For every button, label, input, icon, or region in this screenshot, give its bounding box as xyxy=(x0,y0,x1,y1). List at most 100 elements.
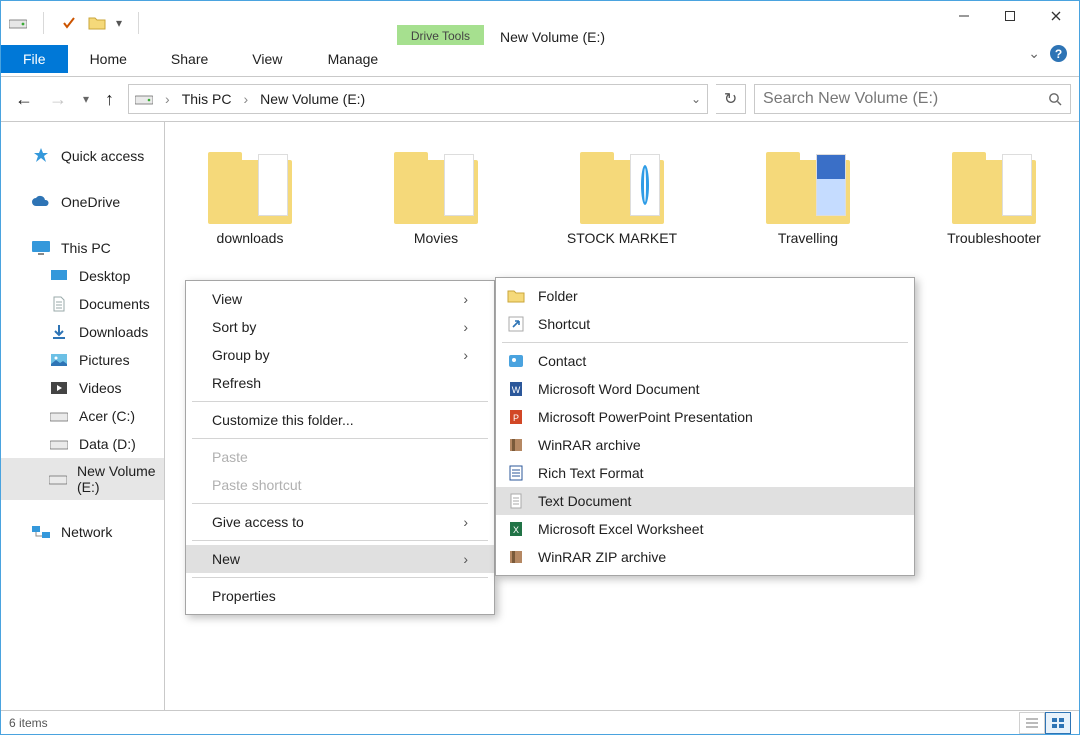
tab-home[interactable]: Home xyxy=(68,45,149,73)
new-text-document[interactable]: Text Document xyxy=(496,487,914,515)
tab-manage[interactable]: Manage xyxy=(304,45,401,73)
explorer-window: ▾ Drive Tools New Volume (E:) File Home … xyxy=(0,0,1080,735)
new-contact[interactable]: Contact xyxy=(496,347,914,375)
minimize-button[interactable] xyxy=(941,1,987,31)
monitor-icon xyxy=(31,239,51,257)
nav-documents[interactable]: Documents xyxy=(1,290,164,318)
qat-customize-caret[interactable]: ▾ xyxy=(116,16,122,30)
new-shortcut[interactable]: Shortcut xyxy=(496,310,914,338)
nav-toolbar: ← → ▾ ↑ This PC New Volume (E:) ⌄ ↻ Sear… xyxy=(1,77,1079,121)
nav-back-button[interactable]: ← xyxy=(15,89,33,110)
menu-separator xyxy=(502,342,908,343)
drive-icon xyxy=(49,435,69,453)
address-bar[interactable]: This PC New Volume (E:) ⌄ xyxy=(128,84,708,114)
ctx-customize[interactable]: Customize this folder... xyxy=(186,406,494,434)
menu-separator xyxy=(192,438,488,439)
search-box[interactable]: Search New Volume (E:) xyxy=(754,84,1071,114)
nav-quick-access[interactable]: Quick access xyxy=(1,142,164,170)
tab-view[interactable]: View xyxy=(230,45,304,73)
refresh-button[interactable]: ↻ xyxy=(716,84,746,114)
folder-icon xyxy=(766,152,850,224)
svg-text:X: X xyxy=(513,525,519,535)
help-icon[interactable]: ? xyxy=(1050,45,1067,62)
submenu-arrow-icon: › xyxy=(463,551,468,567)
nav-onedrive[interactable]: OneDrive xyxy=(1,188,164,216)
folder-item[interactable]: Travelling xyxy=(733,152,883,246)
drive-icon xyxy=(135,92,153,106)
tab-file[interactable]: File xyxy=(1,45,68,73)
nav-this-pc[interactable]: This PC xyxy=(1,234,164,262)
explorer-body: Quick access OneDrive This PC xyxy=(1,121,1079,710)
ribbon-collapse-chevron-icon[interactable]: ⌄ xyxy=(1028,45,1040,62)
videos-icon xyxy=(49,379,69,397)
ctx-view[interactable]: View › xyxy=(186,285,494,313)
address-history-caret[interactable]: ⌄ xyxy=(691,92,701,106)
nav-drive-c[interactable]: Acer (C:) xyxy=(1,402,164,430)
new-ppt[interactable]: P Microsoft PowerPoint Presentation xyxy=(496,403,914,431)
menu-separator xyxy=(192,401,488,402)
nav-videos[interactable]: Videos xyxy=(1,374,164,402)
shortcut-icon xyxy=(506,314,526,334)
new-rar[interactable]: WinRAR archive xyxy=(496,431,914,459)
ctx-refresh[interactable]: Refresh xyxy=(186,369,494,397)
ctx-sort-by[interactable]: Sort by › xyxy=(186,313,494,341)
maximize-button[interactable] xyxy=(987,1,1033,31)
desktop-icon xyxy=(49,267,69,285)
new-folder[interactable]: Folder xyxy=(496,282,914,310)
folder-icon xyxy=(580,152,664,224)
view-largeicons-button[interactable] xyxy=(1045,712,1071,734)
nav-forward-button[interactable]: → xyxy=(49,89,67,110)
nav-pictures[interactable]: Pictures xyxy=(1,346,164,374)
status-bar: 6 items xyxy=(1,710,1079,734)
new-word-doc[interactable]: W Microsoft Word Document xyxy=(496,375,914,403)
powerpoint-icon: P xyxy=(506,407,526,427)
properties-quick-icon[interactable] xyxy=(60,14,78,32)
pictures-icon xyxy=(49,351,69,369)
items-view[interactable]: downloads Movies STOCK MARKET xyxy=(165,122,1079,710)
folder-item[interactable]: Movies xyxy=(361,152,511,246)
nav-drive-e[interactable]: New Volume (E:) xyxy=(1,458,164,500)
context-submenu-new: Folder Shortcut Contact W Microsoft Word… xyxy=(495,277,915,576)
new-excel[interactable]: X Microsoft Excel Worksheet xyxy=(496,515,914,543)
nav-drive-d[interactable]: Data (D:) xyxy=(1,430,164,458)
folder-item[interactable]: Troubleshooter xyxy=(919,152,1069,246)
menu-separator xyxy=(192,503,488,504)
breadcrumb-current[interactable]: New Volume (E:) xyxy=(260,91,365,107)
nav-up-button[interactable]: ↑ xyxy=(105,89,114,110)
text-file-icon xyxy=(506,491,526,511)
nav-network[interactable]: Network xyxy=(1,518,164,546)
context-tab-drive-tools[interactable]: Drive Tools xyxy=(397,25,484,45)
submenu-arrow-icon: › xyxy=(463,514,468,530)
ctx-give-access[interactable]: Give access to › xyxy=(186,508,494,536)
folder-item[interactable]: downloads xyxy=(175,152,325,246)
nav-downloads[interactable]: Downloads xyxy=(1,318,164,346)
menu-separator xyxy=(192,577,488,578)
ctx-new[interactable]: New › xyxy=(186,545,494,573)
nav-desktop[interactable]: Desktop xyxy=(1,262,164,290)
folder-icon xyxy=(952,152,1036,224)
ctx-group-by[interactable]: Group by › xyxy=(186,341,494,369)
close-button[interactable] xyxy=(1033,1,1079,31)
status-item-count: 6 items xyxy=(9,716,48,730)
cloud-icon xyxy=(31,193,51,211)
svg-text:W: W xyxy=(512,385,521,395)
contact-icon xyxy=(506,351,526,371)
view-details-button[interactable] xyxy=(1019,712,1045,734)
drive-icon xyxy=(9,14,27,32)
nav-history-caret[interactable]: ▾ xyxy=(83,92,89,106)
archive-icon xyxy=(506,547,526,567)
folder-item[interactable]: STOCK MARKET xyxy=(547,152,697,246)
breadcrumb-root[interactable]: This PC xyxy=(182,91,232,107)
submenu-arrow-icon: › xyxy=(463,291,468,307)
new-rtf[interactable]: Rich Text Format xyxy=(496,459,914,487)
breadcrumb-sep xyxy=(240,91,253,107)
context-menu: View › Sort by › Group by › Refresh Cust… xyxy=(185,280,495,615)
navigation-pane: Quick access OneDrive This PC xyxy=(1,122,165,710)
tab-share[interactable]: Share xyxy=(149,45,230,73)
submenu-arrow-icon: › xyxy=(463,319,468,335)
ctx-properties[interactable]: Properties xyxy=(186,582,494,610)
star-icon xyxy=(31,147,51,165)
folder-quick-icon[interactable] xyxy=(88,14,106,32)
document-icon xyxy=(49,295,69,313)
new-zip[interactable]: WinRAR ZIP archive xyxy=(496,543,914,571)
